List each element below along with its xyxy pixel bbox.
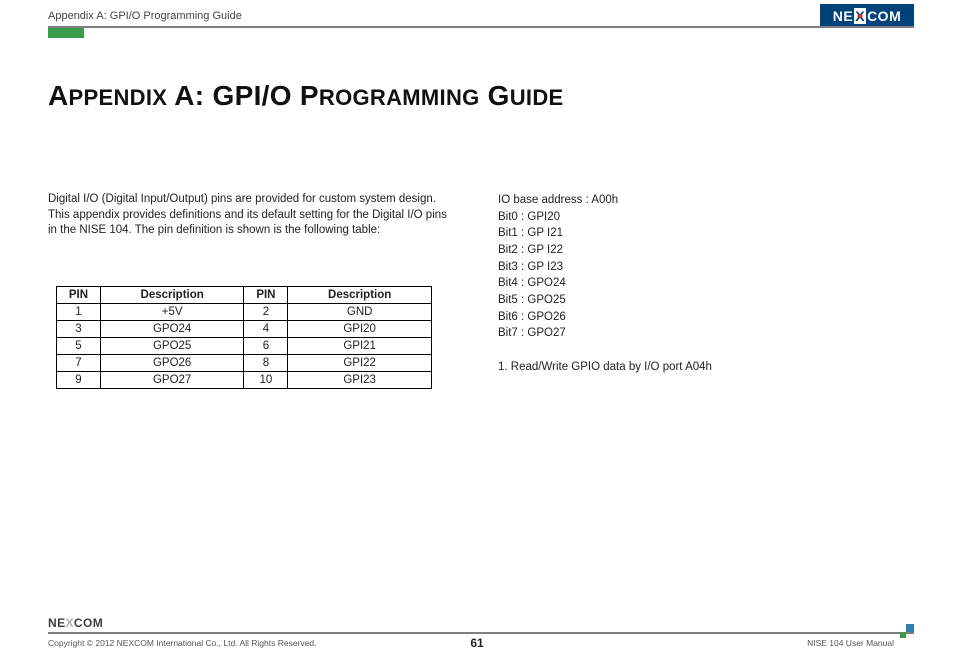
title-cap: A <box>48 80 69 111</box>
footer-manual-name: NISE 104 User Manual <box>807 638 894 648</box>
table-row: 5 GPO25 6 GPI21 <box>57 338 432 355</box>
footer-page-number: 61 <box>470 636 483 650</box>
footer-square-blue-icon <box>906 624 914 632</box>
cell-pin: 4 <box>244 321 288 338</box>
cell-pin: 1 <box>57 304 101 321</box>
cell-pin: 8 <box>244 355 288 372</box>
title-gpio: GPI/O <box>213 80 292 111</box>
io-info-block: IO base address : A00h Bit0 : GPI20 Bit1… <box>498 192 858 375</box>
info-line <box>498 342 858 359</box>
table-header-row: PIN Description PIN Description <box>57 287 432 304</box>
cell-desc: GPO24 <box>100 321 244 338</box>
info-line: 1. Read/Write GPIO data by I/O port A04h <box>498 359 858 376</box>
header-accent-icon <box>48 28 84 38</box>
cell-pin: 10 <box>244 372 288 389</box>
cell-desc: GPO26 <box>100 355 244 372</box>
table-row: 7 GPO26 8 GPI22 <box>57 355 432 372</box>
cell-desc: GPI22 <box>288 355 432 372</box>
header-breadcrumb: Appendix A: GPI/O Programming Guide <box>48 10 242 22</box>
brand-left: NE <box>833 8 853 24</box>
info-line: Bit6 : GPO26 <box>498 309 858 326</box>
info-line: Bit5 : GPO25 <box>498 292 858 309</box>
brand-x-icon: X <box>854 8 866 24</box>
info-line: IO base address : A00h <box>498 192 858 209</box>
th-pin: PIN <box>57 287 101 304</box>
header-rule <box>48 26 914 28</box>
info-line: Bit0 : GPI20 <box>498 209 858 226</box>
cell-pin: 9 <box>57 372 101 389</box>
footer-brand-x-icon: X <box>65 616 73 630</box>
intro-paragraph: Digital I/O (Digital Input/Output) pins … <box>48 192 458 239</box>
page-title: Appendix A: GPI/O Programming Guide <box>48 80 564 112</box>
footer-rule <box>48 632 914 634</box>
th-pin2: PIN <box>244 287 288 304</box>
cell-pin: 6 <box>244 338 288 355</box>
table-row: 3 GPO24 4 GPI20 <box>57 321 432 338</box>
table-row: 1 +5V 2 GND <box>57 304 432 321</box>
title-grest: uide <box>510 85 564 110</box>
footer-brand: NEXCOM <box>48 616 103 630</box>
table-row: 9 GPO27 10 GPI23 <box>57 372 432 389</box>
info-line: Bit7 : GPO27 <box>498 325 858 342</box>
info-line: Bit4 : GPO24 <box>498 275 858 292</box>
footer-copyright: Copyright © 2012 NEXCOM International Co… <box>48 638 316 648</box>
cell-desc: GPO27 <box>100 372 244 389</box>
th-desc2: Description <box>288 287 432 304</box>
title-rest: ppendix <box>69 85 168 110</box>
cell-pin: 7 <box>57 355 101 372</box>
cell-desc: GND <box>288 304 432 321</box>
cell-pin: 2 <box>244 304 288 321</box>
title-pcap: P <box>300 80 319 111</box>
title-a: A: <box>174 80 204 111</box>
cell-desc: GPI20 <box>288 321 432 338</box>
brand-logo: NEXCOM <box>820 4 914 28</box>
footer-brand-right: COM <box>74 616 103 630</box>
pin-definition-table: PIN Description PIN Description 1 +5V 2 … <box>56 286 432 389</box>
info-line: Bit3 : GP I23 <box>498 259 858 276</box>
cell-pin: 5 <box>57 338 101 355</box>
th-desc: Description <box>100 287 244 304</box>
cell-desc: GPI23 <box>288 372 432 389</box>
cell-desc: GPI21 <box>288 338 432 355</box>
info-line: Bit1 : GP I21 <box>498 225 858 242</box>
cell-desc: +5V <box>100 304 244 321</box>
cell-desc: GPO25 <box>100 338 244 355</box>
cell-pin: 3 <box>57 321 101 338</box>
footer-square-green-icon <box>900 632 906 638</box>
page: Appendix A: GPI/O Programming Guide NEXC… <box>0 0 954 672</box>
title-gcap: G <box>488 80 510 111</box>
title-prest: rogramming <box>319 85 480 110</box>
footer-brand-left: NE <box>48 616 65 630</box>
info-line: Bit2 : GP I22 <box>498 242 858 259</box>
brand-right: COM <box>867 8 901 24</box>
